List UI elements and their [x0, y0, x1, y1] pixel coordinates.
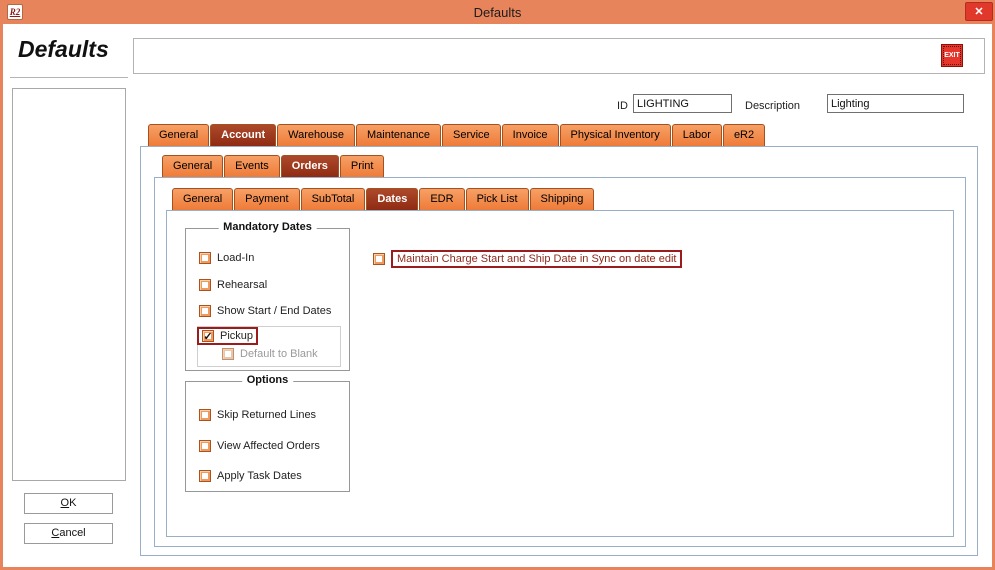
tab-service[interactable]: Service [442, 124, 501, 146]
check-icon: ✓ [203, 331, 213, 341]
app-window: R2 Defaults ✕ Defaults OK Cancel EXIT ID… [0, 0, 995, 570]
checkbox-icon[interactable] [199, 305, 211, 317]
checkbox-pickup[interactable]: ✓ Pickup [197, 327, 258, 345]
id-input[interactable] [633, 94, 732, 113]
checkbox-label: Apply Task Dates [217, 470, 302, 482]
checkbox-maintain-charge-sync[interactable]: Maintain Charge Start and Ship Date in S… [373, 250, 682, 268]
description-label: Description [745, 100, 800, 112]
app-icon: R2 [7, 4, 23, 20]
tab-general[interactable]: General [148, 124, 209, 146]
tab-acct-orders[interactable]: Orders [281, 155, 339, 177]
checkbox-default-to-blank[interactable]: Default to Blank [222, 348, 318, 360]
tab-ord-shipping[interactable]: Shipping [530, 188, 595, 210]
tab-ord-payment[interactable]: Payment [234, 188, 299, 210]
checkbox-view-affected-orders[interactable]: View Affected Orders [199, 440, 320, 452]
checkbox-icon[interactable] [199, 409, 211, 421]
checkbox-label-highlighted: Maintain Charge Start and Ship Date in S… [391, 250, 682, 268]
tab-ord-subtotal[interactable]: SubTotal [301, 188, 366, 210]
checkbox-icon-checked[interactable]: ✓ [202, 330, 214, 342]
tab-physical-inventory[interactable]: Physical Inventory [560, 124, 671, 146]
checkbox-icon[interactable] [222, 348, 234, 360]
left-separator [10, 77, 128, 78]
exit-button[interactable]: EXIT [941, 44, 963, 67]
checkbox-label: Pickup [220, 330, 253, 342]
tab-row-main: GeneralAccountWarehouseMaintenanceServic… [148, 124, 766, 146]
checkbox-icon[interactable] [199, 470, 211, 482]
checkbox-label: View Affected Orders [217, 440, 320, 452]
tab-acct-general[interactable]: General [162, 155, 223, 177]
tab-acct-events[interactable]: Events [224, 155, 280, 177]
checkbox-load-in[interactable]: Load-In [199, 252, 254, 264]
close-icon[interactable]: ✕ [965, 2, 993, 21]
tab-warehouse[interactable]: Warehouse [277, 124, 355, 146]
checkbox-icon[interactable] [199, 252, 211, 264]
checkbox-show-start-end-dates[interactable]: Show Start / End Dates [199, 305, 331, 317]
tab-ord-dates[interactable]: Dates [366, 188, 418, 210]
cancel-button[interactable]: Cancel [24, 523, 113, 544]
checkbox-label: Show Start / End Dates [217, 305, 331, 317]
title-bar[interactable]: R2 Defaults ✕ [0, 0, 995, 24]
tab-ord-pick-list[interactable]: Pick List [466, 188, 529, 210]
checkbox-icon[interactable] [199, 279, 211, 291]
left-list-box[interactable] [12, 88, 126, 481]
tab-labor[interactable]: Labor [672, 124, 722, 146]
checkbox-label: Skip Returned Lines [217, 409, 316, 421]
id-label: ID [617, 100, 628, 112]
description-input[interactable] [827, 94, 964, 113]
tab-invoice[interactable]: Invoice [502, 124, 559, 146]
checkbox-rehearsal[interactable]: Rehearsal [199, 279, 267, 291]
checkbox-skip-returned-lines[interactable]: Skip Returned Lines [199, 409, 316, 421]
tab-ord-edr[interactable]: EDR [419, 188, 464, 210]
checkbox-label: Rehearsal [217, 279, 267, 291]
tab-account[interactable]: Account [210, 124, 276, 146]
checkbox-icon[interactable] [373, 253, 385, 265]
checkbox-label: Default to Blank [240, 348, 318, 360]
checkbox-label: Load-In [217, 252, 254, 264]
options-title: Options [242, 374, 294, 386]
ok-button[interactable]: OK [24, 493, 113, 514]
tab-row-orders: GeneralPaymentSubTotalDatesEDRPick ListS… [172, 188, 595, 210]
tab-er2[interactable]: eR2 [723, 124, 765, 146]
checkbox-icon[interactable] [199, 440, 211, 452]
toolbar-strip [133, 38, 985, 74]
page-title: Defaults [18, 36, 109, 63]
mandatory-dates-title: Mandatory Dates [218, 221, 317, 233]
tab-row-account: GeneralEventsOrdersPrint [162, 155, 385, 177]
checkbox-apply-task-dates[interactable]: Apply Task Dates [199, 470, 302, 482]
tab-acct-print[interactable]: Print [340, 155, 385, 177]
tab-maintenance[interactable]: Maintenance [356, 124, 441, 146]
window-title: Defaults [474, 5, 522, 20]
tab-ord-general[interactable]: General [172, 188, 233, 210]
